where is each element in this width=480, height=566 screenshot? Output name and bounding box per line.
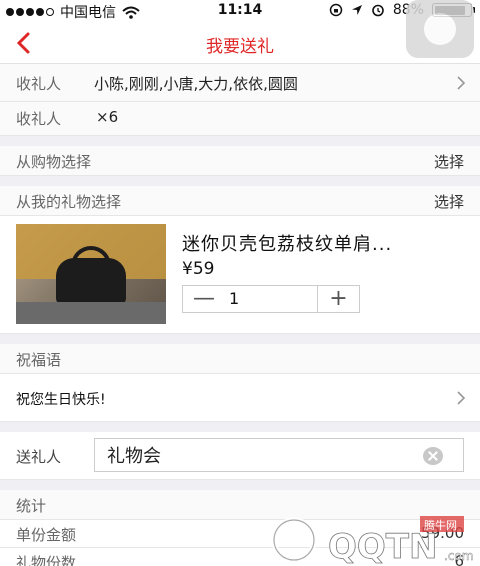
unit-amount-value: 59.00 [421, 524, 464, 542]
sender-label: 送礼人 [16, 448, 62, 466]
chevron-right-icon [457, 390, 466, 405]
stats-label: 统计 [16, 497, 47, 515]
product-price: ¥59 [182, 259, 215, 279]
stats-header: 统计 [0, 490, 480, 520]
chevron-right-icon [457, 75, 466, 90]
recipient-count-value: ×6 [96, 108, 119, 126]
recipients-row[interactable]: 收礼人 小陈,刚刚,小唐,大力,依依,圆圆 [0, 64, 480, 102]
quantity-stepper: — 1 + [182, 285, 360, 313]
blessing-text: 祝您生日快乐! [16, 392, 106, 408]
gift-count-row: 礼物份数 6 [0, 548, 480, 566]
alarm-icon [372, 4, 384, 17]
unit-amount-row: 单份金额 59.00 [0, 520, 480, 548]
recipient-count-row: 收礼人 ×6 [0, 102, 480, 136]
increase-button[interactable]: + [317, 286, 359, 312]
blessing-row[interactable]: 祝您生日快乐! [0, 374, 480, 422]
clear-icon[interactable] [423, 447, 443, 465]
decrease-button[interactable]: — [183, 286, 225, 312]
gift-select-row[interactable]: 从我的礼物选择 选择 [0, 186, 480, 216]
shop-select-row[interactable]: 从购物选择 选择 [0, 146, 480, 176]
blessing-header: 祝福语 [0, 344, 480, 374]
sender-field[interactable] [94, 438, 464, 472]
quantity-value[interactable]: 1 [225, 286, 317, 312]
blessing-label: 祝福语 [16, 351, 62, 369]
product-image [16, 224, 166, 324]
shop-select-label: 从购物选择 [16, 153, 92, 171]
product-name[interactable]: 迷你贝壳包荔枝纹单肩... [182, 230, 392, 256]
gift-select-button[interactable]: 选择 [434, 191, 464, 212]
shop-select-button[interactable]: 选择 [434, 151, 464, 172]
sender-input[interactable] [107, 443, 407, 467]
assistive-touch-button[interactable] [406, 0, 474, 58]
gift-count-value: 6 [454, 552, 464, 566]
orientation-lock-icon [329, 3, 343, 17]
recipient-count-label: 收礼人 [16, 110, 62, 128]
recipients-value: 小陈,刚刚,小唐,大力,依依,圆圆 [94, 75, 298, 93]
location-icon [351, 5, 362, 15]
recipients-label: 收礼人 [16, 75, 62, 93]
gift-count-label: 礼物份数 [16, 554, 77, 566]
unit-amount-label: 单份金额 [16, 526, 77, 544]
gift-select-label: 从我的礼物选择 [16, 193, 122, 211]
